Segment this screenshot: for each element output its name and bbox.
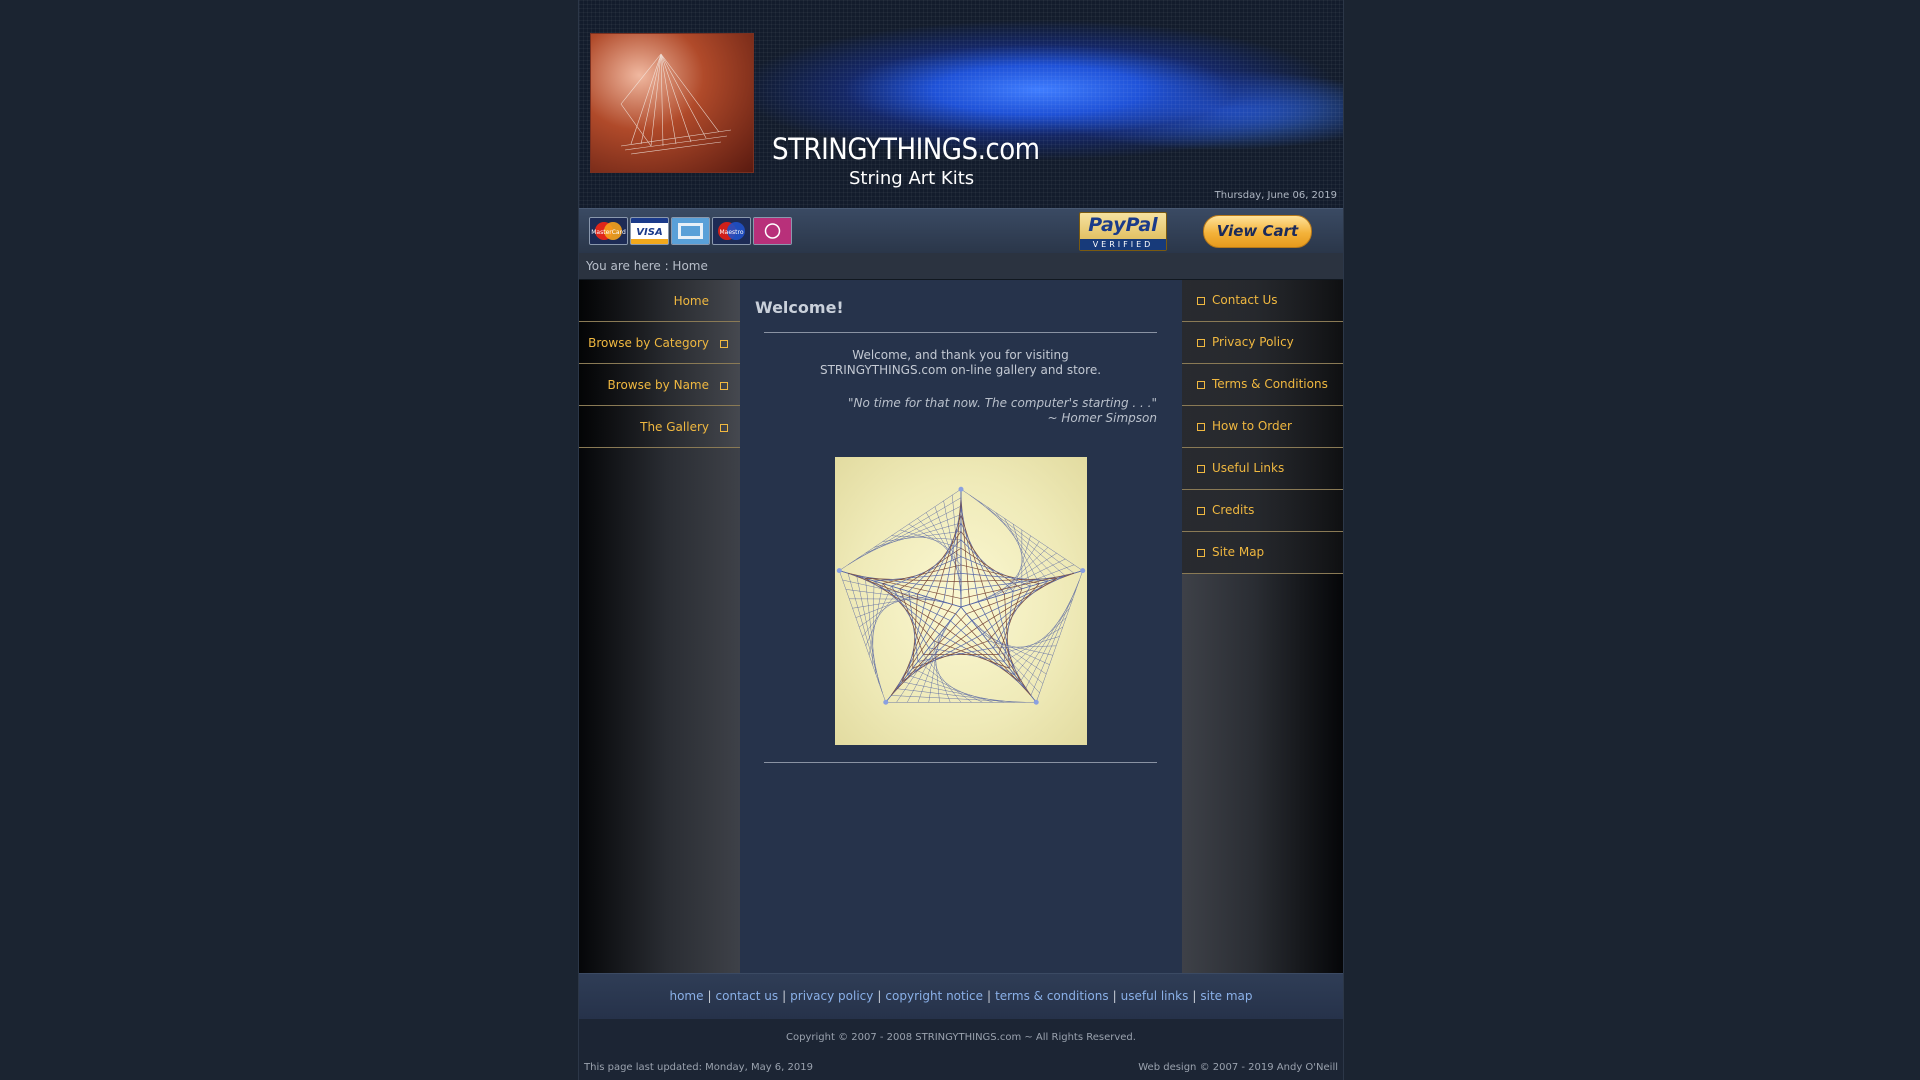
footer-links: home | contact us | privacy policy | copyright… bbox=[579, 973, 1343, 1019]
footer-link-copyright-notice[interactable]: copyright notice bbox=[885, 989, 983, 1003]
nav-item-label: Browse by Name bbox=[607, 378, 709, 392]
nav-item-label: Useful Links bbox=[1212, 461, 1285, 475]
pentagram-string-art-icon bbox=[836, 486, 1086, 705]
nav-item-label: Privacy Policy bbox=[1212, 335, 1294, 349]
mastercard-icon: MasterCard bbox=[589, 217, 628, 245]
divider bbox=[764, 762, 1157, 763]
nav-item-label: Home bbox=[673, 294, 709, 308]
quote-author: ~ Homer Simpson bbox=[1047, 411, 1157, 425]
square-bullet-icon bbox=[1197, 339, 1205, 347]
right-navigation: Contact Us Privacy Policy Terms & Condit… bbox=[1182, 280, 1343, 973]
nav-item-label: How to Order bbox=[1212, 419, 1292, 433]
web-design-credit: Web design © 2007 - 2019 Andy O'Neill bbox=[1138, 1062, 1338, 1073]
divider bbox=[764, 332, 1157, 333]
solo-icon bbox=[753, 217, 792, 245]
nav-item-label: Browse by Category bbox=[588, 336, 709, 350]
square-bullet-icon bbox=[1197, 297, 1205, 305]
nav-item-label: Contact Us bbox=[1212, 293, 1278, 307]
welcome-line: STRINGYTHINGS.com on-line gallery and st… bbox=[819, 363, 1102, 377]
nav-item-how-to-order[interactable]: How to Order bbox=[1182, 406, 1343, 448]
square-bullet-icon bbox=[1197, 381, 1205, 389]
nav-item-label: The Gallery bbox=[640, 420, 709, 434]
nav-item-browse-by-category[interactable]: Browse by Category bbox=[579, 322, 740, 364]
nav-item-contact-us[interactable]: Contact Us bbox=[1182, 280, 1343, 322]
square-bullet-icon bbox=[720, 340, 728, 348]
nav-item-site-map[interactable]: Site Map bbox=[1182, 532, 1343, 574]
breadcrumb-bar: You are here : Home bbox=[579, 253, 1343, 280]
footer-link-contact-us[interactable]: contact us bbox=[716, 989, 779, 1003]
nav-item-label: Credits bbox=[1212, 503, 1255, 517]
footer-link-terms-conditions[interactable]: terms & conditions bbox=[995, 989, 1108, 1003]
left-navigation: Home Browse by Category Browse by Name T… bbox=[579, 280, 740, 973]
sailboat-string-art-icon bbox=[620, 53, 732, 155]
separator: | bbox=[1112, 989, 1117, 1003]
quote-text: "No time for that now. The computer's st… bbox=[848, 396, 1157, 410]
square-bullet-icon bbox=[1197, 549, 1205, 557]
welcome-line: Welcome, and thank you for visiting bbox=[852, 348, 1069, 362]
paypal-verified-text: VERIFIED bbox=[1080, 239, 1166, 250]
nav-item-privacy-policy[interactable]: Privacy Policy bbox=[1182, 322, 1343, 364]
nav-item-label: Site Map bbox=[1212, 545, 1265, 559]
breadcrumb: You are here : Home bbox=[586, 259, 708, 273]
site-logo[interactable] bbox=[590, 33, 754, 173]
footer-link-useful-links[interactable]: useful links bbox=[1121, 989, 1189, 1003]
paypal-logo-text: PayPal bbox=[1088, 214, 1158, 236]
svg-text:MasterCard: MasterCard bbox=[591, 229, 626, 236]
site-subtitle: String Art Kits bbox=[849, 168, 975, 189]
svg-text:Maestro: Maestro bbox=[719, 229, 743, 236]
square-bullet-icon bbox=[720, 382, 728, 390]
square-bullet-icon bbox=[1197, 465, 1205, 473]
view-cart-button[interactable]: View Cart bbox=[1203, 215, 1312, 248]
welcome-text: Welcome, and thank you for visiting STRI… bbox=[764, 348, 1157, 378]
footer-link-home[interactable]: home bbox=[669, 989, 703, 1003]
nav-item-home[interactable]: Home bbox=[579, 280, 740, 322]
header-banner: STRINGYTHINGS.com String Art Kits Thursd… bbox=[579, 0, 1343, 208]
separator: | bbox=[782, 989, 787, 1003]
current-date: Thursday, June 06, 2019 bbox=[1214, 190, 1337, 201]
square-bullet-icon bbox=[1197, 507, 1205, 515]
visa-icon: VISA bbox=[630, 217, 669, 245]
square-bullet-icon bbox=[720, 424, 728, 432]
svg-text:VISA: VISA bbox=[636, 227, 662, 238]
maestro-icon: Maestro bbox=[712, 217, 751, 245]
square-bullet-icon bbox=[1197, 423, 1205, 431]
amex-icon bbox=[671, 217, 710, 245]
copyright-text: Copyright © 2007 - 2008 STRINGYTHINGS.co… bbox=[786, 1032, 1136, 1043]
nav-item-terms-conditions[interactable]: Terms & Conditions bbox=[1182, 364, 1343, 406]
separator: | bbox=[1192, 989, 1197, 1003]
nav-item-label: Terms & Conditions bbox=[1212, 377, 1328, 391]
page-container: STRINGYTHINGS.com String Art Kits Thursd… bbox=[578, 0, 1344, 1080]
site-title: STRINGYTHINGS.com bbox=[772, 132, 1040, 166]
payment-bar: MasterCard VISA Maestro PayPal VERIFIED … bbox=[579, 208, 1343, 255]
string-art-image bbox=[835, 457, 1087, 745]
page-title: Welcome! bbox=[755, 298, 844, 317]
last-updated-text: This page last updated: Monday, May 6, 2… bbox=[584, 1062, 813, 1073]
quote: "No time for that now. The computer's st… bbox=[764, 396, 1157, 426]
separator: | bbox=[707, 989, 712, 1003]
nav-item-credits[interactable]: Credits bbox=[1182, 490, 1343, 532]
footer-link-site-map[interactable]: site map bbox=[1200, 989, 1252, 1003]
footer-link-privacy-policy[interactable]: privacy policy bbox=[790, 989, 873, 1003]
separator: | bbox=[987, 989, 992, 1003]
nav-item-the-gallery[interactable]: The Gallery bbox=[579, 406, 740, 448]
paypal-verified-badge[interactable]: PayPal VERIFIED bbox=[1079, 212, 1167, 251]
separator: | bbox=[877, 989, 882, 1003]
main-content: Welcome! Welcome, and thank you for visi… bbox=[740, 280, 1182, 973]
nav-item-useful-links[interactable]: Useful Links bbox=[1182, 448, 1343, 490]
nav-item-browse-by-name[interactable]: Browse by Name bbox=[579, 364, 740, 406]
